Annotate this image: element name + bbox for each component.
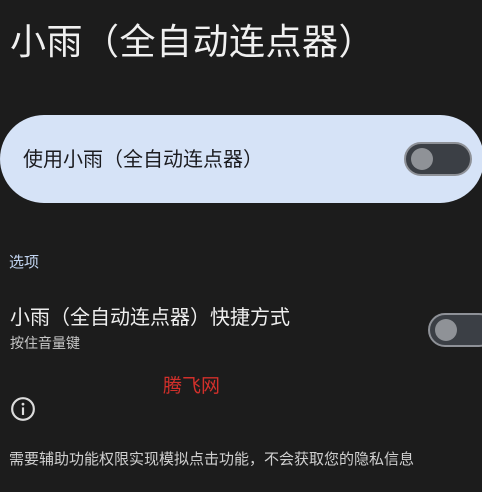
shortcut-setting-row[interactable]: 小雨（全自动连点器）快捷方式 按住音量键: [0, 298, 482, 362]
shortcut-title: 小雨（全自动连点器）快捷方式: [10, 305, 290, 329]
switch-thumb: [435, 319, 457, 341]
watermark-text: 腾飞网: [163, 375, 221, 397]
main-toggle-label: 使用小雨（全自动连点器）: [23, 147, 263, 171]
permission-description: 需要辅助功能权限实现模拟点击功能，不会获取您的隐私信息: [9, 450, 415, 468]
main-toggle-switch[interactable]: [404, 142, 472, 176]
info-icon: [11, 397, 35, 421]
shortcut-toggle-switch[interactable]: [428, 313, 482, 347]
main-toggle-card[interactable]: 使用小雨（全自动连点器）: [0, 115, 482, 203]
shortcut-subtitle: 按住音量键: [10, 336, 80, 352]
options-section-header: 选项: [9, 253, 40, 271]
page-title: 小雨（全自动连点器）: [10, 22, 376, 63]
switch-thumb: [411, 148, 433, 170]
